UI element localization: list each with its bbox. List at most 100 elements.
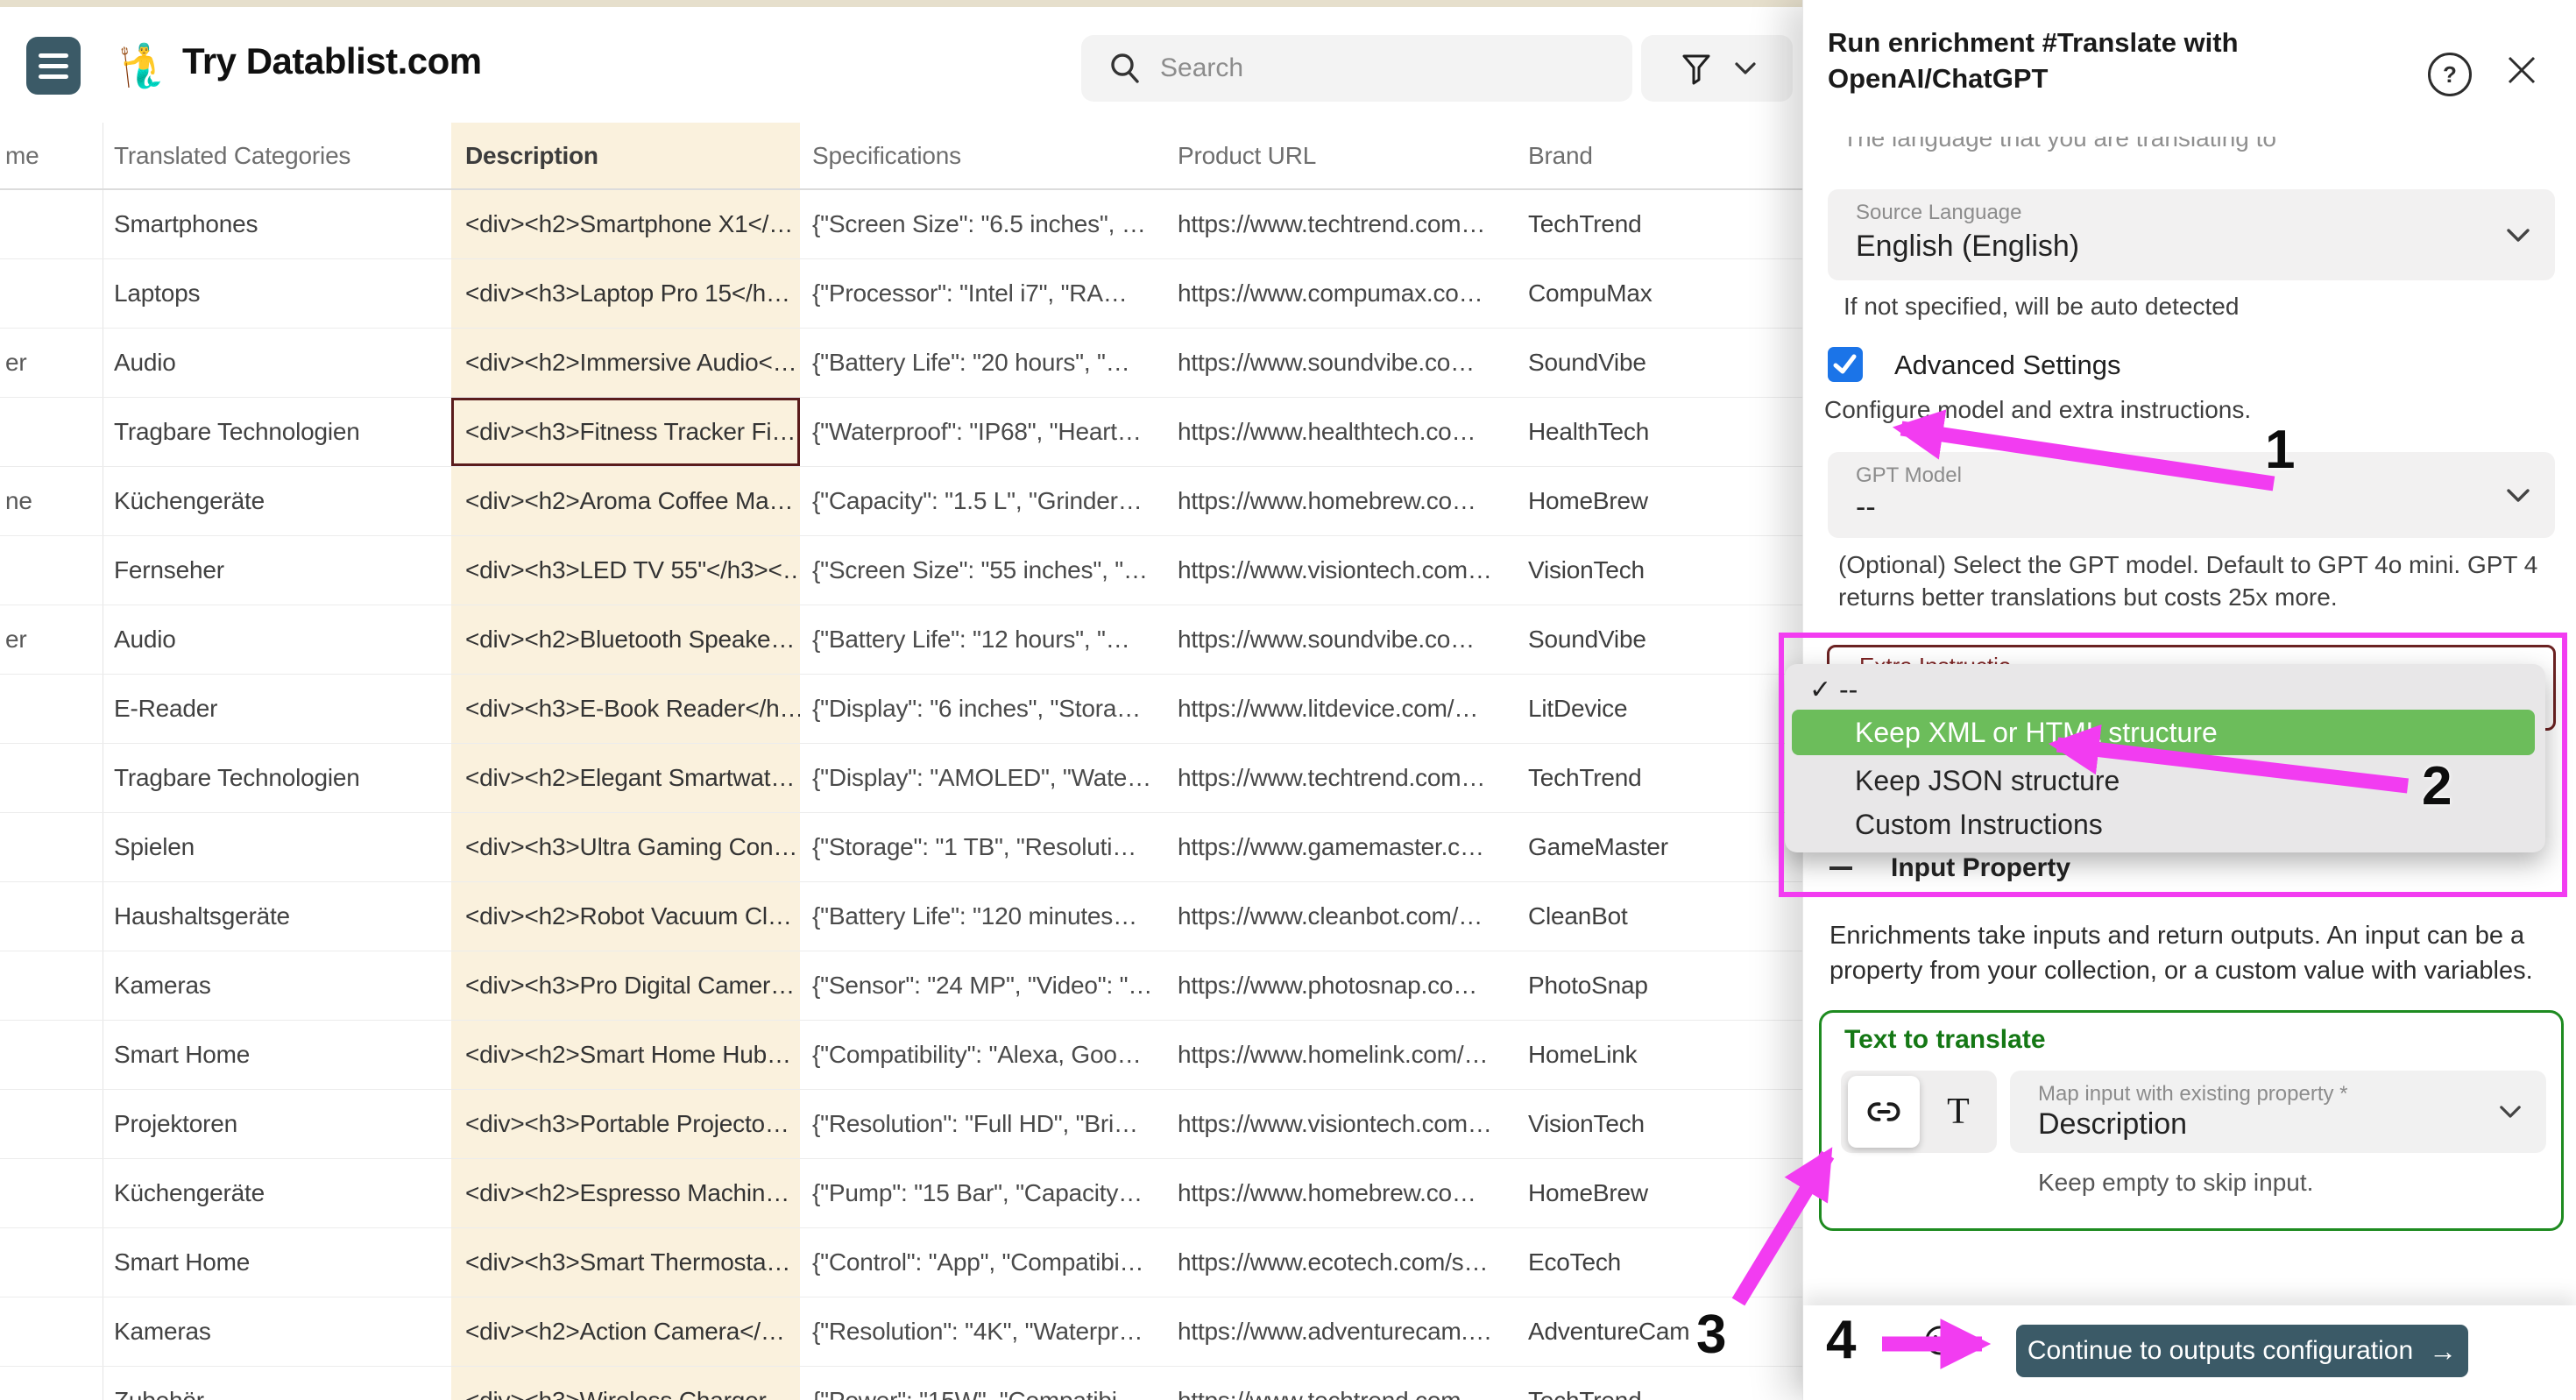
cell-name[interactable] <box>0 1228 103 1297</box>
table-row[interactable]: Kameras<div><h3>Pro Digital Camer…{"Sens… <box>0 951 1802 1021</box>
menu-button[interactable] <box>26 37 81 95</box>
cell-product_url[interactable]: https://www.photosnap.co… <box>1165 951 1516 1020</box>
cell-brand[interactable]: SoundVibe <box>1516 605 1802 674</box>
cell-brand[interactable]: HomeLink <box>1516 1021 1802 1089</box>
table-row[interactable]: neKüchengeräte<div><h2>Aroma Coffee Ma…{… <box>0 467 1802 536</box>
cell-product_url[interactable]: https://www.homebrew.co… <box>1165 1159 1516 1227</box>
custom-text-toggle-button[interactable]: T <box>1925 1076 1992 1148</box>
cell-description[interactable]: <div><h3>E-Book Reader</h… <box>451 675 800 743</box>
cell-product_url[interactable]: https://www.compumax.co… <box>1165 259 1516 328</box>
cell-brand[interactable]: EcoTech <box>1516 1228 1802 1297</box>
table-row[interactable]: erAudio<div><h2>Bluetooth Speake…{"Batte… <box>0 605 1802 675</box>
cell-name[interactable] <box>0 536 103 605</box>
cell-category[interactable]: Zubehör <box>103 1367 451 1400</box>
table-row[interactable]: Tragbare Technologien<div><h2>Elegant Sm… <box>0 744 1802 813</box>
cell-category[interactable]: Tragbare Technologien <box>103 744 451 812</box>
cell-category[interactable]: E-Reader <box>103 675 451 743</box>
close-button[interactable] <box>2502 51 2541 89</box>
cell-description[interactable]: <div><h3>Wireless Charger… <box>451 1367 800 1400</box>
table-row[interactable]: Kameras<div><h2>Action Camera</…{"Resolu… <box>0 1297 1802 1367</box>
source-language-select[interactable]: Source Language English (English) <box>1828 189 2555 280</box>
column-header-description[interactable]: Description <box>451 123 800 188</box>
cell-brand[interactable]: HealthTech <box>1516 398 1802 466</box>
cell-product_url[interactable]: https://www.homebrew.co… <box>1165 467 1516 535</box>
input-property-section-header[interactable]: Input Property <box>1829 853 2070 883</box>
table-row[interactable]: Spielen<div><h3>Ultra Gaming Con…{"Stora… <box>0 813 1802 882</box>
cell-specifications[interactable]: {"Resolution": "Full HD", "Bri… <box>800 1090 1165 1158</box>
cell-specifications[interactable]: {"Display": "6 inches", "Stora… <box>800 675 1165 743</box>
cell-specifications[interactable]: {"Processor": "Intel i7", "RA… <box>800 259 1165 328</box>
cell-product_url[interactable]: https://www.soundvibe.co… <box>1165 605 1516 674</box>
menu-option[interactable]: Custom Instructions <box>1785 806 2545 843</box>
cell-specifications[interactable]: {"Compatibility": "Alexa, Goo… <box>800 1021 1165 1089</box>
cell-product_url[interactable]: https://www.cleanbot.com/… <box>1165 882 1516 951</box>
cell-name[interactable] <box>0 813 103 881</box>
cell-brand[interactable]: SoundVibe <box>1516 329 1802 397</box>
cell-category[interactable]: Haushaltsgeräte <box>103 882 451 951</box>
table-row[interactable]: Laptops<div><h3>Laptop Pro 15</h…{"Proce… <box>0 259 1802 329</box>
cell-description[interactable]: <div><h3>LED TV 55"</h3><… <box>451 536 800 605</box>
cell-category[interactable]: Smartphones <box>103 190 451 258</box>
cell-brand[interactable]: TechTrend <box>1516 190 1802 258</box>
cell-name[interactable]: ne <box>0 467 103 535</box>
cell-name[interactable]: er <box>0 329 103 397</box>
cell-description[interactable]: <div><h2>Espresso Machin… <box>451 1159 800 1227</box>
table-row[interactable]: Smartphones<div><h2>Smartphone X1</…{"Sc… <box>0 190 1802 259</box>
cell-category[interactable]: Tragbare Technologien <box>103 398 451 466</box>
cell-description[interactable]: <div><h2>Robot Vacuum Cl… <box>451 882 800 951</box>
map-input-property-select[interactable]: Map input with existing property * Descr… <box>2010 1071 2546 1153</box>
cell-description[interactable]: <div><h2>Smart Home Hub… <box>451 1021 800 1089</box>
cell-description[interactable]: <div><h3>Ultra Gaming Con… <box>451 813 800 881</box>
column-header-translated-categories[interactable]: Translated Categories <box>103 123 451 188</box>
cell-category[interactable]: Laptops <box>103 259 451 328</box>
menu-option[interactable]: ✓-- <box>1785 671 2545 708</box>
cell-brand[interactable]: LitDevice <box>1516 675 1802 743</box>
cell-name[interactable]: er <box>0 605 103 674</box>
cell-specifications[interactable]: {"Control": "App", "Compatibi… <box>800 1228 1165 1297</box>
cell-description[interactable]: <div><h3>Fitness Tracker Fi… <box>451 398 800 466</box>
cell-specifications[interactable]: {"Screen Size": "55 inches", "… <box>800 536 1165 605</box>
cell-product_url[interactable]: https://www.visiontech.com… <box>1165 536 1516 605</box>
cell-category[interactable]: Kameras <box>103 1297 451 1366</box>
cell-description[interactable]: <div><h3>Smart Thermosta… <box>451 1228 800 1297</box>
cell-specifications[interactable]: {"Screen Size": "6.5 inches", … <box>800 190 1165 258</box>
cell-brand[interactable]: GameMaster <box>1516 813 1802 881</box>
cell-category[interactable]: Fernseher <box>103 536 451 605</box>
cell-category[interactable]: Smart Home <box>103 1021 451 1089</box>
cell-product_url[interactable]: https://www.adventurecam.… <box>1165 1297 1516 1366</box>
cell-category[interactable]: Audio <box>103 605 451 674</box>
cell-product_url[interactable]: https://www.soundvibe.co… <box>1165 329 1516 397</box>
cell-name[interactable] <box>0 675 103 743</box>
search-input[interactable] <box>1158 53 1582 84</box>
column-header-brand[interactable]: Brand <box>1516 123 1802 188</box>
cell-name[interactable] <box>0 1367 103 1400</box>
cell-brand[interactable]: TechTrend <box>1516 1367 1802 1400</box>
cell-name[interactable] <box>0 259 103 328</box>
cell-name[interactable] <box>0 882 103 951</box>
table-row[interactable]: erAudio<div><h2>Immersive Audio<…{"Batte… <box>0 329 1802 398</box>
cell-name[interactable] <box>0 1090 103 1158</box>
cell-product_url[interactable]: https://www.techtrend.com… <box>1165 190 1516 258</box>
cell-name[interactable] <box>0 744 103 812</box>
table-row[interactable]: Tragbare Technologien<div><h3>Fitness Tr… <box>0 398 1802 467</box>
feedback-face-icon[interactable] <box>1922 1323 1957 1358</box>
cell-category[interactable]: Smart Home <box>103 1228 451 1297</box>
cell-category[interactable]: Küchengeräte <box>103 1159 451 1227</box>
cell-product_url[interactable]: https://www.healthtech.co… <box>1165 398 1516 466</box>
filter-button[interactable] <box>1641 35 1793 102</box>
table-row[interactable]: Fernseher<div><h3>LED TV 55"</h3><…{"Scr… <box>0 536 1802 605</box>
cell-product_url[interactable]: https://www.homelink.com/… <box>1165 1021 1516 1089</box>
cell-brand[interactable]: CompuMax <box>1516 259 1802 328</box>
cell-brand[interactable]: HomeBrew <box>1516 1159 1802 1227</box>
column-header-product-url[interactable]: Product URL <box>1165 123 1516 188</box>
cell-specifications[interactable]: {"Sensor": "24 MP", "Video": "… <box>800 951 1165 1020</box>
cell-specifications[interactable]: {"Pump": "15 Bar", "Capacity… <box>800 1159 1165 1227</box>
cell-product_url[interactable]: https://www.visiontech.com… <box>1165 1090 1516 1158</box>
cell-description[interactable]: <div><h3>Portable Projecto… <box>451 1090 800 1158</box>
cell-category[interactable]: Spielen <box>103 813 451 881</box>
cell-brand[interactable]: VisionTech <box>1516 536 1802 605</box>
cell-description[interactable]: <div><h2>Action Camera</… <box>451 1297 800 1366</box>
table-row[interactable]: Smart Home<div><h3>Smart Thermosta…{"Con… <box>0 1228 1802 1297</box>
cell-description[interactable]: <div><h2>Smartphone X1</… <box>451 190 800 258</box>
cell-product_url[interactable]: https://www.gamemaster.c… <box>1165 813 1516 881</box>
